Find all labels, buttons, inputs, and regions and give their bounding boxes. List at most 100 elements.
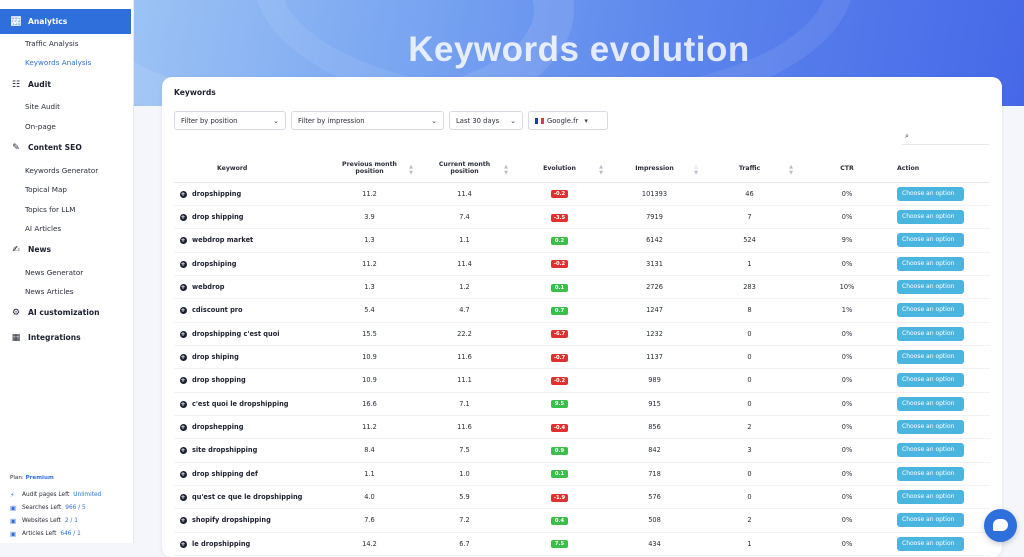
- robot-icon: ⚙: [11, 307, 21, 318]
- column-header-previous-position[interactable]: Previous month position ▲ ▼: [322, 155, 417, 183]
- choose-option-button[interactable]: Choose an option: [897, 396, 964, 411]
- choose-option-button[interactable]: Choose an option: [897, 350, 964, 365]
- action-cell: Choose an option: [897, 345, 990, 370]
- impression-cell: 1137: [607, 345, 702, 370]
- expand-plus-icon[interactable]: +: [179, 424, 187, 432]
- sidebar-item-keywords-generator[interactable]: Keywords Generator: [25, 166, 98, 175]
- keyword-cell: cdiscount pro: [192, 298, 322, 323]
- chat-widget-button[interactable]: [984, 509, 1017, 542]
- article-icon: ▣: [10, 530, 17, 538]
- column-header-current-position[interactable]: Current month position ▲ ▼: [417, 155, 512, 183]
- chevron-down-icon: ⌄: [510, 116, 516, 125]
- evolution-cell: 0.9: [512, 438, 607, 463]
- sidebar-item-news-generator[interactable]: News Generator: [25, 268, 83, 277]
- bar-chart-icon: ☷: [11, 79, 21, 90]
- choose-option-button[interactable]: Choose an option: [897, 373, 964, 388]
- filter-impression-select[interactable]: Filter by impression ⌄: [291, 111, 444, 130]
- keyword-cell: webdrop: [192, 275, 322, 300]
- column-header-keyword[interactable]: Keyword: [192, 155, 322, 183]
- traffic-cell: 0: [702, 345, 797, 370]
- expand-plus-icon[interactable]: +: [179, 494, 187, 502]
- expand-plus-icon[interactable]: +: [179, 284, 187, 292]
- sidebar-item-keywords-analysis[interactable]: Keywords Analysis: [25, 58, 91, 67]
- keywords-card: Keywords Filter by position ⌄ Filter by …: [162, 77, 1002, 557]
- chevron-down-icon: ⌄: [273, 116, 279, 125]
- quota-audit-pages: ⚡︎ Audit pages Left Unlimited: [10, 491, 101, 499]
- evolution-badge: -6.7: [550, 330, 569, 339]
- column-header-ctr[interactable]: CTR: [797, 155, 897, 183]
- table-row: + dropshepping 11.2 11.6 -0.4 856 2 0% Choose an…: [174, 415, 990, 440]
- expand-plus-icon[interactable]: +: [179, 330, 187, 338]
- expand-plus-icon[interactable]: +: [179, 517, 187, 525]
- evolution-badge: 0.1: [551, 470, 568, 479]
- expand-plus-icon[interactable]: +: [179, 377, 187, 385]
- expand-plus-icon[interactable]: +: [179, 400, 187, 408]
- sidebar-item-topics-for-llm[interactable]: Topics for LLM: [25, 205, 75, 214]
- evolution-cell: -6.7: [512, 322, 607, 346]
- sidebar-item-traffic-analysis[interactable]: Traffic Analysis: [25, 39, 79, 48]
- ctr-cell: 0%: [797, 345, 897, 370]
- expand-plus-icon[interactable]: +: [179, 307, 187, 315]
- evolution-cell: 0.4: [512, 508, 607, 533]
- keyword-cell: dropshiping: [192, 252, 322, 276]
- choose-option-button[interactable]: Choose an option: [897, 420, 964, 435]
- sidebar-section-integrations[interactable]: ▦ Integrations: [0, 325, 81, 350]
- impression-cell: 989: [607, 368, 702, 393]
- choose-option-button[interactable]: Choose an option: [897, 326, 964, 341]
- choose-option-button[interactable]: Choose an option: [897, 186, 964, 201]
- choose-option-button[interactable]: Choose an option: [897, 210, 964, 225]
- choose-option-button[interactable]: Choose an option: [897, 513, 964, 528]
- table-search-input[interactable]: ⌕: [902, 130, 989, 145]
- action-cell: Choose an option: [897, 485, 990, 510]
- sidebar-section-news[interactable]: ✍ News: [0, 237, 51, 262]
- sidebar-item-site-audit[interactable]: Site Audit: [25, 102, 60, 111]
- evolution-badge: 0.9: [551, 446, 568, 455]
- choose-option-button[interactable]: Choose an option: [897, 233, 964, 248]
- expand-plus-icon[interactable]: +: [179, 260, 187, 268]
- choose-option-button[interactable]: Choose an option: [897, 256, 964, 271]
- expand-plus-icon[interactable]: +: [179, 190, 187, 198]
- choose-option-button[interactable]: Choose an option: [897, 443, 964, 458]
- current-position-cell: 5.9: [417, 485, 512, 510]
- expand-plus-icon[interactable]: +: [179, 214, 187, 222]
- keywords-table: Keyword Previous month position ▲ ▼ Curre…: [174, 155, 990, 557]
- table-header-row: Keyword Previous month position ▲ ▼ Curre…: [174, 155, 990, 183]
- table-row: + dropshiping 11.2 11.4 -0.2 3131 1 0% Choose an…: [174, 252, 990, 276]
- choose-option-button[interactable]: Choose an option: [897, 280, 964, 295]
- period-select[interactable]: Last 30 days ⌄: [449, 111, 523, 130]
- choose-option-button[interactable]: Choose an option: [897, 490, 964, 505]
- sidebar-item-ai-articles[interactable]: AI Articles: [25, 224, 61, 233]
- sidebar-item-topical-map[interactable]: Topical Map: [25, 185, 67, 194]
- column-header-evolution[interactable]: Evolution ▲ ▼: [512, 155, 607, 183]
- sidebar-section-content-seo[interactable]: ✎ Content SEO: [0, 135, 82, 160]
- column-header-impression[interactable]: Impression △ ▼: [607, 155, 702, 183]
- action-cell: Choose an option: [897, 392, 990, 416]
- filter-position-select[interactable]: Filter by position ⌄: [174, 111, 286, 130]
- traffic-cell: 0: [702, 322, 797, 346]
- sidebar-section-ai-customization[interactable]: ⚙ AI customization: [0, 300, 100, 325]
- expand-plus-icon[interactable]: +: [179, 354, 187, 362]
- expand-plus-icon[interactable]: +: [179, 470, 187, 478]
- keyword-cell: c'est quoi le dropshipping: [192, 392, 322, 416]
- quota-label: Articles Left: [22, 531, 57, 537]
- choose-option-button[interactable]: Choose an option: [897, 466, 964, 481]
- choose-option-button[interactable]: Choose an option: [897, 536, 964, 551]
- sidebar-section-label: Integrations: [28, 333, 81, 342]
- column-header-traffic[interactable]: Traffic ▲ ▼: [702, 155, 797, 183]
- sidebar-section-audit[interactable]: ☷ Audit: [0, 72, 51, 97]
- search-engine-select[interactable]: Google.fr ▾: [528, 111, 608, 130]
- evolution-cell: -1.9: [512, 485, 607, 510]
- expand-cell: +: [174, 228, 192, 253]
- action-cell: Choose an option: [897, 228, 990, 253]
- choose-option-button[interactable]: Choose an option: [897, 303, 964, 318]
- header-label: Current month: [438, 161, 491, 169]
- sidebar-section-analytics[interactable]: 📈︎ Analytics: [0, 9, 131, 34]
- expand-plus-icon[interactable]: +: [179, 540, 187, 548]
- sidebar-item-on-page[interactable]: On-page: [25, 122, 56, 131]
- keyword-cell: qu'est ce que le dropshipping: [192, 485, 322, 510]
- previous-position-cell: 10.9: [322, 345, 417, 370]
- sidebar-item-news-articles[interactable]: News Articles: [25, 287, 74, 296]
- expand-plus-icon[interactable]: +: [179, 447, 187, 455]
- expand-plus-icon[interactable]: +: [179, 237, 187, 245]
- ctr-cell: 0%: [797, 532, 897, 557]
